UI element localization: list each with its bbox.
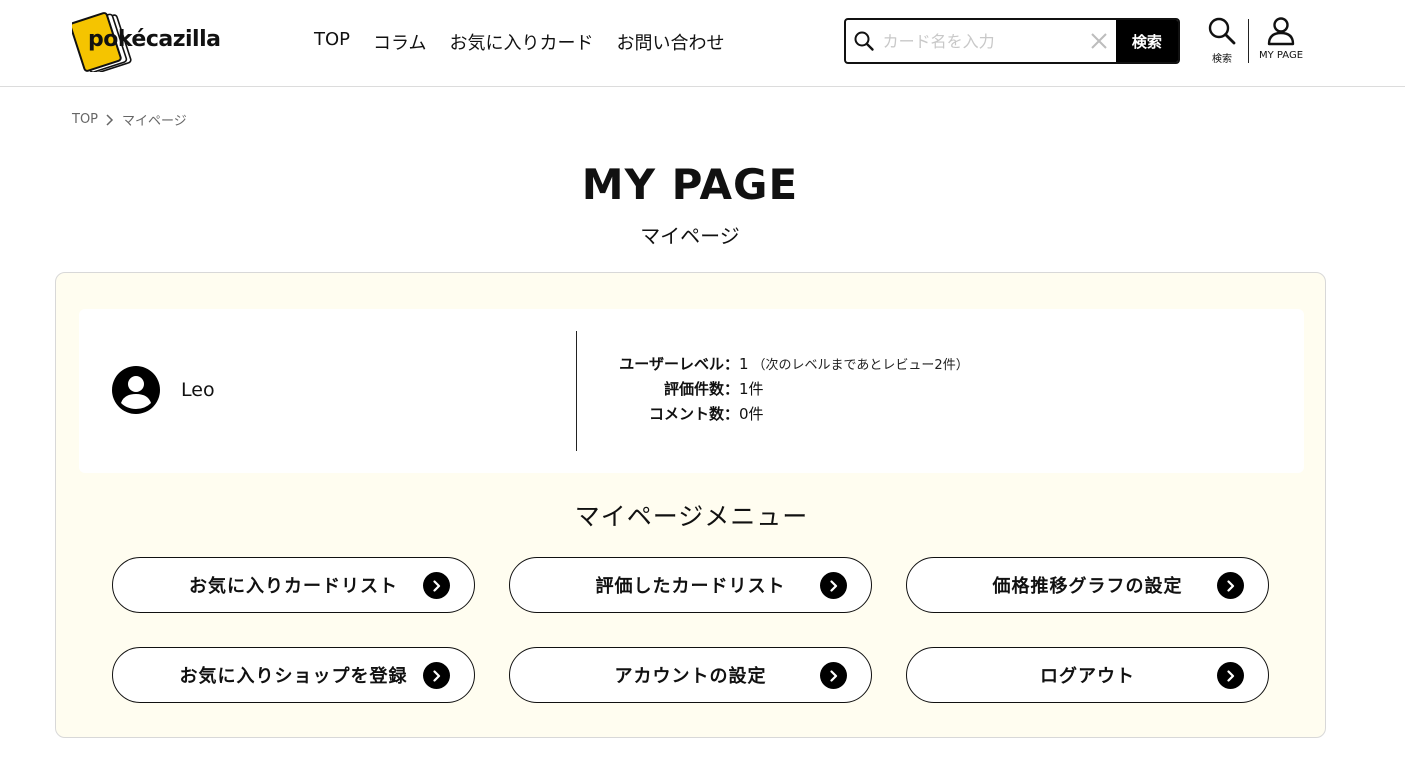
menu-button-label: ログアウト <box>1040 666 1135 687</box>
menu-title: マイページメニュー <box>574 502 809 531</box>
stat-review-count: 評価件数： 1件 <box>599 378 969 403</box>
stat-value: 0件 <box>739 405 764 423</box>
menu-button-label: 価格推移グラフの設定 <box>992 576 1183 597</box>
chevron-right-icon <box>106 113 114 126</box>
header-search-button[interactable]: 検索 <box>1207 16 1237 65</box>
site-logo[interactable]: pokécazilla <box>72 10 222 72</box>
search-input[interactable] <box>882 20 1083 62</box>
menu-button-label: お気に入りショップを登録 <box>179 666 408 687</box>
chevron-right-icon <box>423 662 450 689</box>
stat-value: 1 <box>739 355 749 373</box>
username: Leo <box>181 379 215 401</box>
nav-favorite-cards[interactable]: お気に入りカード <box>450 29 594 55</box>
page-title: MY PAGE <box>581 160 799 209</box>
page-subtitle: マイページ <box>640 224 740 248</box>
site-header: pokécazilla TOP コラム お気に入りカード お問い合わせ 検索 検… <box>0 0 1405 87</box>
main-nav: TOP コラム お気に入りカード お問い合わせ <box>314 29 748 55</box>
logout-button[interactable]: ログアウト <box>906 647 1269 703</box>
chevron-right-icon <box>820 572 847 599</box>
header-divider <box>1248 19 1249 63</box>
stat-label: 評価件数： <box>663 380 739 398</box>
chevron-right-icon <box>820 662 847 689</box>
menu-button-label: お気に入りカードリスト <box>189 576 398 597</box>
profile-card: Leo ユーザーレベル： 1 （次のレベルまであとレビュー2件） 評価件数： 1… <box>79 309 1304 473</box>
profile-stats: ユーザーレベル： 1 （次のレベルまであとレビュー2件） 評価件数： 1件 コメ… <box>599 353 969 428</box>
mypage-panel: Leo ユーザーレベル： 1 （次のレベルまであとレビュー2件） 評価件数： 1… <box>55 272 1326 738</box>
stat-label: ユーザーレベル： <box>619 355 739 373</box>
account-settings-button[interactable]: アカウントの設定 <box>509 647 872 703</box>
menu-button-label: 評価したカードリスト <box>595 576 786 597</box>
stat-value: 1件 <box>739 380 764 398</box>
avatar-icon <box>112 366 160 414</box>
chevron-right-icon <box>423 572 450 599</box>
logo-text: pokécazilla <box>88 27 221 52</box>
search-button[interactable]: 検索 <box>1115 20 1178 62</box>
stat-note: （次のレベルまであとレビュー2件） <box>752 358 969 373</box>
price-graph-settings-button[interactable]: 価格推移グラフの設定 <box>906 557 1269 613</box>
header-mypage-caption: MY PAGE <box>1259 50 1304 61</box>
chevron-right-icon <box>1217 662 1244 689</box>
stat-comment-count: コメント数： 0件 <box>599 403 969 428</box>
profile-divider <box>576 331 577 451</box>
breadcrumb-current: マイページ <box>122 114 187 129</box>
nav-top[interactable]: TOP <box>314 29 350 55</box>
menu-button-label: アカウントの設定 <box>614 666 767 687</box>
nav-contact[interactable]: お問い合わせ <box>617 29 725 55</box>
header-mypage-button[interactable]: MY PAGE <box>1259 16 1303 61</box>
stat-label: コメント数： <box>648 405 739 423</box>
favorite-card-list-button[interactable]: お気に入りカードリスト <box>112 557 475 613</box>
nav-column[interactable]: コラム <box>373 29 426 55</box>
search-icon <box>1208 17 1236 45</box>
stat-user-level: ユーザーレベル： 1 （次のレベルまであとレビュー2件） <box>599 353 969 378</box>
rated-card-list-button[interactable]: 評価したカードリスト <box>509 557 872 613</box>
breadcrumb-home[interactable]: TOP <box>72 112 98 127</box>
search-bar: 検索 <box>844 18 1180 64</box>
header-search-caption: 検索 <box>1212 54 1232 65</box>
clear-icon[interactable] <box>1083 20 1116 62</box>
search-field-icon <box>846 20 883 62</box>
chevron-right-icon <box>1217 572 1244 599</box>
user-icon <box>1267 17 1295 46</box>
register-favorite-shop-button[interactable]: お気に入りショップを登録 <box>112 647 475 703</box>
breadcrumb: TOP マイページ <box>72 110 187 129</box>
